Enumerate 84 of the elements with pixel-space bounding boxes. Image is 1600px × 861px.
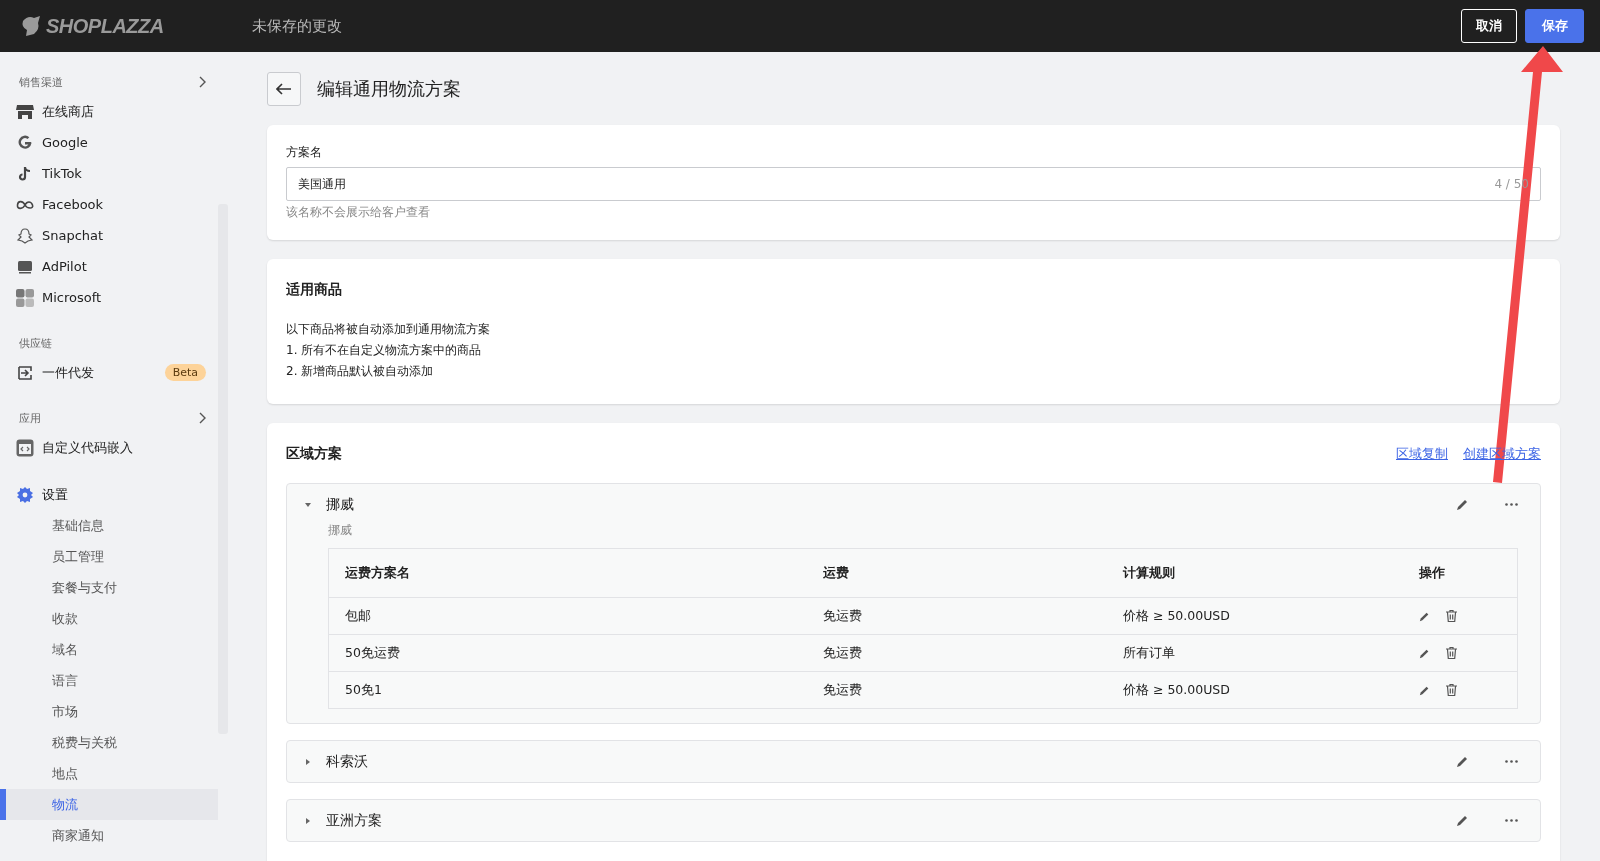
settings-nav-item[interactable]: 市场 — [6, 696, 218, 727]
zone-countries: 挪威 — [328, 522, 353, 539]
description-line: 以下商品将被自动添加到通用物流方案 — [286, 321, 491, 338]
sidebar-item[interactable]: 在线商店 — [0, 96, 218, 127]
caret-right-icon[interactable] — [304, 816, 312, 825]
table-cell-text: 包邮 — [345, 607, 372, 625]
link[interactable]: 区域复制 — [1396, 445, 1448, 463]
arrow-left-icon — [276, 83, 292, 95]
section-heading: 供应链 — [19, 335, 52, 351]
more-icon[interactable] — [1505, 760, 1518, 763]
chevron-right-icon[interactable] — [198, 76, 206, 88]
sidebar-item[interactable]: 自定义代码嵌入 — [0, 432, 218, 463]
settings-nav-item[interactable]: 语言 — [6, 665, 218, 696]
ad-icon — [17, 259, 33, 274]
page-title: 编辑通用物流方案 — [317, 77, 461, 101]
card-title: 适用商品 — [286, 281, 343, 299]
logo-icon — [20, 15, 42, 37]
chevron-right-icon[interactable] — [198, 412, 206, 424]
card-title: 区域方案 — [286, 445, 342, 463]
sidebar-item[interactable]: Snapchat — [0, 220, 218, 251]
import-icon — [17, 364, 33, 381]
zone-name: 亚洲方案 — [326, 811, 383, 830]
back-button[interactable] — [267, 72, 301, 106]
section-heading: 应用 — [19, 410, 41, 426]
column-header: 计算规则 — [1123, 563, 1176, 582]
store-icon — [16, 103, 34, 120]
zone-name: 科索沃 — [326, 752, 369, 771]
description-line: 2. 新增商品默认被自动添加 — [286, 363, 435, 380]
windows-icon — [16, 288, 34, 307]
settings-nav-item[interactable]: 商家通知 — [6, 820, 218, 851]
settings-nav-item[interactable]: 税费与关税 — [6, 727, 218, 758]
google-icon — [17, 134, 33, 151]
column-header: 运费 — [823, 564, 850, 582]
logo-text: SHOPLAZZA — [46, 14, 164, 38]
help-text: 该名称不会展示给客户查看 — [286, 204, 431, 221]
beta-badge: Beta — [164, 364, 206, 381]
cancel-button[interactable]: 取消 — [1461, 9, 1517, 43]
edit-icon[interactable] — [1456, 814, 1469, 827]
table-cell-text: 免运费 — [823, 644, 863, 662]
sidebar-item[interactable]: 一件代发 Beta — [0, 357, 218, 388]
section-heading: 销售渠道 — [19, 74, 63, 90]
table-cell-text: 50免运费 — [345, 644, 401, 662]
sidebar-item[interactable]: AdPilot — [0, 251, 218, 282]
description-line: 1. 所有不在自定义物流方案中的商品 — [286, 342, 483, 359]
infinity-icon — [16, 199, 34, 210]
edit-icon[interactable] — [1419, 684, 1430, 696]
settings-nav-item[interactable]: 地点 — [6, 758, 218, 789]
caret-right-icon[interactable] — [304, 757, 312, 766]
sidebar-item[interactable]: Google — [0, 127, 218, 158]
table-cell-text: 免运费 — [823, 607, 863, 625]
sidebar-item[interactable]: 设置 — [0, 479, 218, 510]
edit-icon[interactable] — [1456, 498, 1469, 511]
table-cell-text: 价格 ≥ 50.00USD — [1123, 680, 1231, 699]
trash-icon[interactable] — [1446, 610, 1457, 622]
trash-icon[interactable] — [1446, 684, 1457, 696]
settings-nav-item[interactable]: 套餐与支付 — [6, 572, 218, 603]
column-header: 操作 — [1419, 564, 1445, 582]
field-label: 方案名 — [286, 144, 323, 161]
sidebar-item[interactable]: TikTok — [0, 158, 218, 189]
column-header: 运费方案名 — [345, 564, 411, 582]
table-cell-text: 50免1 — [345, 681, 383, 699]
save-button[interactable]: 保存 — [1525, 9, 1584, 43]
table-cell-text: 免运费 — [823, 681, 863, 699]
settings-nav-item[interactable]: 域名 — [6, 634, 218, 665]
table-cell-text: 价格 ≥ 50.00USD — [1123, 606, 1231, 625]
tiktok-icon — [18, 165, 32, 182]
zone-name: 挪威 — [326, 495, 355, 514]
edit-icon[interactable] — [1456, 755, 1469, 768]
more-icon[interactable] — [1505, 819, 1518, 822]
settings-nav-item[interactable]: 收款 — [6, 603, 218, 634]
caret-down-icon[interactable] — [304, 500, 312, 509]
trash-icon[interactable] — [1446, 647, 1457, 659]
settings-nav-item[interactable]: 员工管理 — [6, 541, 218, 572]
edit-icon[interactable] — [1419, 647, 1430, 659]
ghost-icon — [16, 227, 34, 244]
more-icon[interactable] — [1505, 503, 1518, 506]
unsaved-status: 未保存的更改 — [252, 16, 342, 36]
settings-nav-item[interactable]: 基础信息 — [6, 510, 218, 541]
code-window-icon — [16, 438, 34, 457]
sidebar-item[interactable]: Facebook — [0, 189, 218, 220]
sidebar-item[interactable]: Microsoft — [0, 282, 218, 313]
edit-icon[interactable] — [1419, 610, 1430, 622]
settings-icon — [17, 486, 33, 503]
table-cell-text: 所有订单 — [1123, 643, 1176, 662]
